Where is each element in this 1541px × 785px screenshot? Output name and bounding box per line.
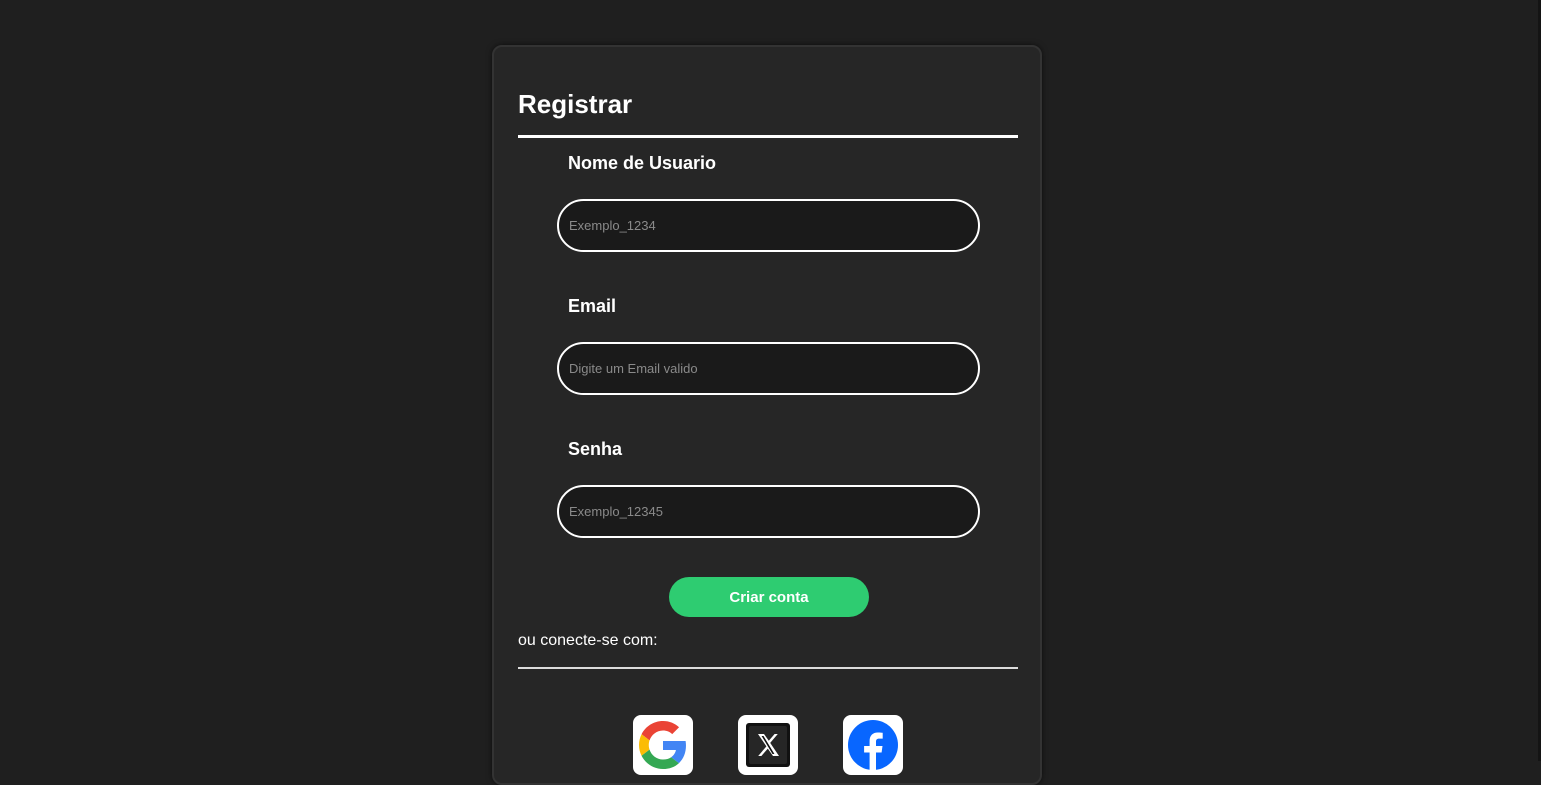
google-login-button[interactable]: [633, 715, 693, 775]
google-icon: [639, 721, 687, 769]
password-label: Senha: [568, 439, 623, 459]
x-login-button[interactable]: [738, 715, 798, 775]
username-label: Nome de Usuario: [568, 153, 717, 173]
page-title: Registrar: [518, 89, 633, 119]
password-input[interactable]: [557, 485, 980, 538]
username-input[interactable]: [557, 199, 980, 252]
social-divider: [518, 667, 1018, 669]
create-account-button[interactable]: Criar conta: [669, 577, 869, 617]
email-input[interactable]: [557, 342, 980, 395]
facebook-icon: [847, 719, 899, 771]
register-card: Registrar Nome de Usuario Email Senha Cr…: [492, 45, 1042, 785]
title-divider: [518, 135, 1018, 138]
social-login-caption: ou conecte-se com:: [518, 632, 658, 649]
x-icon: [744, 721, 792, 769]
email-label: Email: [568, 296, 617, 316]
facebook-login-button[interactable]: [843, 715, 903, 775]
